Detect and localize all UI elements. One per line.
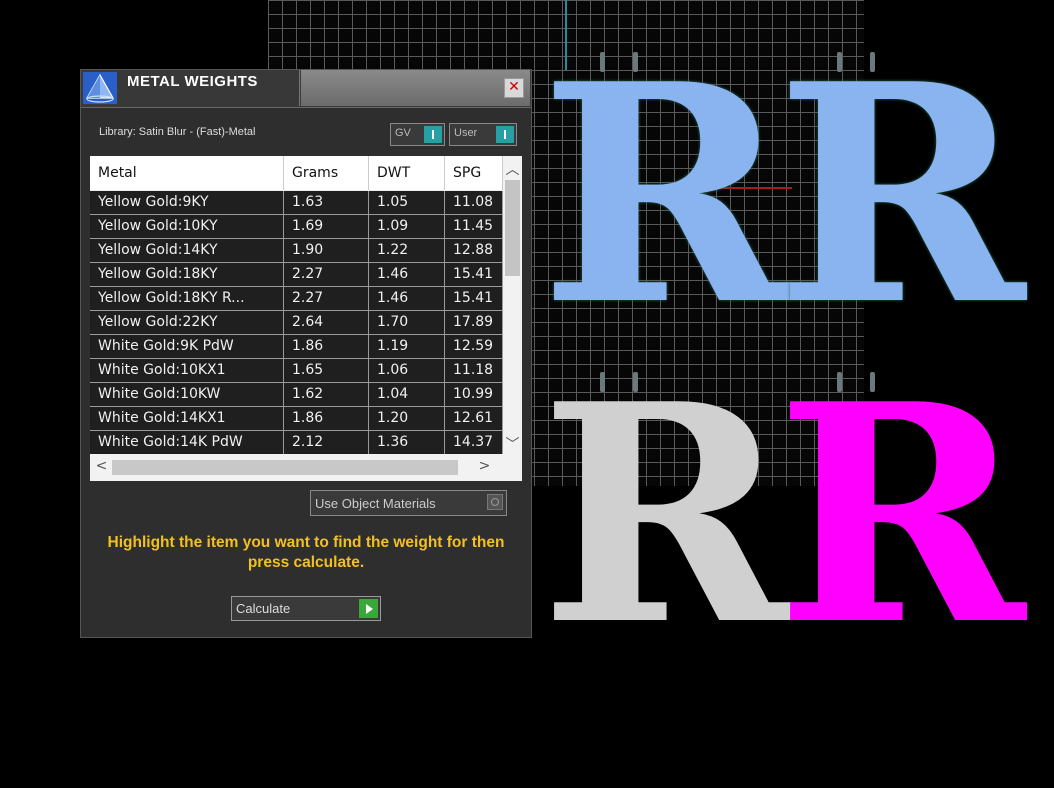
cell-dwt: 1.36: [369, 431, 445, 454]
cell-spg: 12.59: [445, 335, 503, 358]
cell-dwt: 1.22: [369, 239, 445, 262]
table-header: Metal Grams DWT SPG: [90, 156, 503, 190]
letter-r-blue-gems[interactable]: R: [540, 45, 789, 345]
calculate-button[interactable]: Calculate: [231, 596, 381, 621]
cell-spg: 17.89: [445, 311, 503, 334]
table-row[interactable]: Yellow Gold:22KY 2.64 1.70 17.89: [90, 311, 503, 335]
use-object-materials-toggle[interactable]: Use Object Materials: [310, 490, 507, 516]
vertical-scrollbar[interactable]: ︿ ﹀: [503, 156, 522, 454]
toggle-knob-icon: [496, 126, 514, 143]
column-header-dwt[interactable]: DWT: [369, 156, 445, 190]
letter-r-silver[interactable]: R: [540, 365, 789, 665]
scroll-right-icon[interactable]: >: [475, 458, 494, 474]
column-header-grams[interactable]: Grams: [284, 156, 369, 190]
instruction-text: Highlight the item you want to find the …: [107, 534, 505, 571]
table-row[interactable]: White Gold:10KX1 1.65 1.06 11.18: [90, 359, 503, 383]
table-row[interactable]: Yellow Gold:18KY 2.27 1.46 15.41: [90, 263, 503, 287]
table-row[interactable]: White Gold:14K PdW 2.12 1.36 14.37: [90, 431, 503, 454]
play-icon: [359, 599, 378, 618]
table-body: Yellow Gold:9KY 1.63 1.05 11.08 Yellow Gold:…: [90, 191, 503, 454]
cell-grams: 1.65: [284, 359, 369, 382]
table-row[interactable]: White Gold:10KW 1.62 1.04 10.99: [90, 383, 503, 407]
title-bar-fill: [301, 70, 530, 106]
panel-title-bar[interactable]: METAL WEIGHTS ✕: [81, 70, 531, 108]
radio-circle-icon: [487, 494, 503, 510]
cell-grams: 2.12: [284, 431, 369, 454]
cell-spg: 15.41: [445, 287, 503, 310]
cell-grams: 2.64: [284, 311, 369, 334]
cell-spg: 11.18: [445, 359, 503, 382]
cell-dwt: 1.09: [369, 215, 445, 238]
column-header-spg[interactable]: SPG: [445, 156, 503, 190]
cell-grams: 2.27: [284, 287, 369, 310]
table-row[interactable]: White Gold:14KX1 1.86 1.20 12.61: [90, 407, 503, 431]
metal-weights-panel: METAL WEIGHTS ✕ Library: Satin Blur - (F…: [81, 70, 531, 637]
use-object-materials-label: Use Object Materials: [315, 496, 436, 511]
table-row[interactable]: Yellow Gold:14KY 1.90 1.22 12.88: [90, 239, 503, 263]
cell-dwt: 1.06: [369, 359, 445, 382]
cell-metal: White Gold:14K PdW: [90, 431, 284, 454]
rhino-pyramid-icon: [83, 72, 117, 104]
panel-title: METAL WEIGHTS: [127, 73, 258, 90]
letter-r-magenta[interactable]: R: [776, 365, 1025, 665]
horizontal-scrollbar[interactable]: < >: [90, 454, 522, 481]
gv-toggle[interactable]: GV: [390, 123, 445, 146]
cell-spg: 11.45: [445, 215, 503, 238]
cell-grams: 1.86: [284, 335, 369, 358]
cell-spg: 11.08: [445, 191, 503, 214]
cell-spg: 12.88: [445, 239, 503, 262]
cell-dwt: 1.19: [369, 335, 445, 358]
cell-dwt: 1.04: [369, 383, 445, 406]
cell-dwt: 1.20: [369, 407, 445, 430]
table-row[interactable]: White Gold:9K PdW 1.86 1.19 12.59: [90, 335, 503, 359]
cell-spg: 15.41: [445, 263, 503, 286]
table-row[interactable]: Yellow Gold:10KY 1.69 1.09 11.45: [90, 215, 503, 239]
cell-metal: Yellow Gold:14KY: [90, 239, 284, 262]
cell-metal: Yellow Gold:18KY: [90, 263, 284, 286]
cell-grams: 1.69: [284, 215, 369, 238]
scroll-down-icon[interactable]: ﹀: [503, 434, 522, 454]
cell-spg: 10.99: [445, 383, 503, 406]
cell-dwt: 1.05: [369, 191, 445, 214]
user-toggle-label: User: [454, 127, 478, 139]
cell-grams: 2.27: [284, 263, 369, 286]
calculate-label: Calculate: [236, 601, 291, 616]
cell-metal: White Gold:9K PdW: [90, 335, 284, 358]
cell-grams: 1.90: [284, 239, 369, 262]
cell-grams: 1.62: [284, 383, 369, 406]
toggle-knob-icon: [424, 126, 442, 143]
cell-spg: 14.37: [445, 431, 503, 454]
scroll-up-icon[interactable]: ︿: [503, 159, 522, 179]
cell-metal: White Gold:10KX1: [90, 359, 284, 382]
cell-metal: Yellow Gold:22KY: [90, 311, 284, 334]
cell-grams: 1.86: [284, 407, 369, 430]
cell-spg: 12.61: [445, 407, 503, 430]
cell-metal: White Gold:10KW: [90, 383, 284, 406]
cell-metal: Yellow Gold:9KY: [90, 191, 284, 214]
column-header-metal[interactable]: Metal: [90, 156, 284, 190]
library-label: Library: Satin Blur - (Fast)-Metal: [99, 126, 256, 138]
close-icon[interactable]: ✕: [504, 78, 524, 98]
cell-dwt: 1.46: [369, 263, 445, 286]
cell-dwt: 1.46: [369, 287, 445, 310]
user-toggle[interactable]: User: [449, 123, 517, 146]
table-row[interactable]: Yellow Gold:9KY 1.63 1.05 11.08: [90, 191, 503, 215]
cell-metal: Yellow Gold:10KY: [90, 215, 284, 238]
cell-grams: 1.63: [284, 191, 369, 214]
table-row[interactable]: Yellow Gold:18KY R... 2.27 1.46 15.41: [90, 287, 503, 311]
metal-table[interactable]: Metal Grams DWT SPG Yellow Gold:9KY 1.63 1…: [90, 156, 522, 481]
letter-r-blue-gems[interactable]: R: [776, 45, 1025, 345]
horizontal-scroll-thumb[interactable]: [112, 460, 458, 475]
gv-toggle-label: GV: [395, 127, 411, 139]
cell-metal: Yellow Gold:18KY R...: [90, 287, 284, 310]
scroll-left-icon[interactable]: <: [92, 458, 111, 474]
vertical-scroll-thumb[interactable]: [505, 180, 520, 276]
cell-metal: White Gold:14KX1: [90, 407, 284, 430]
cell-dwt: 1.70: [369, 311, 445, 334]
